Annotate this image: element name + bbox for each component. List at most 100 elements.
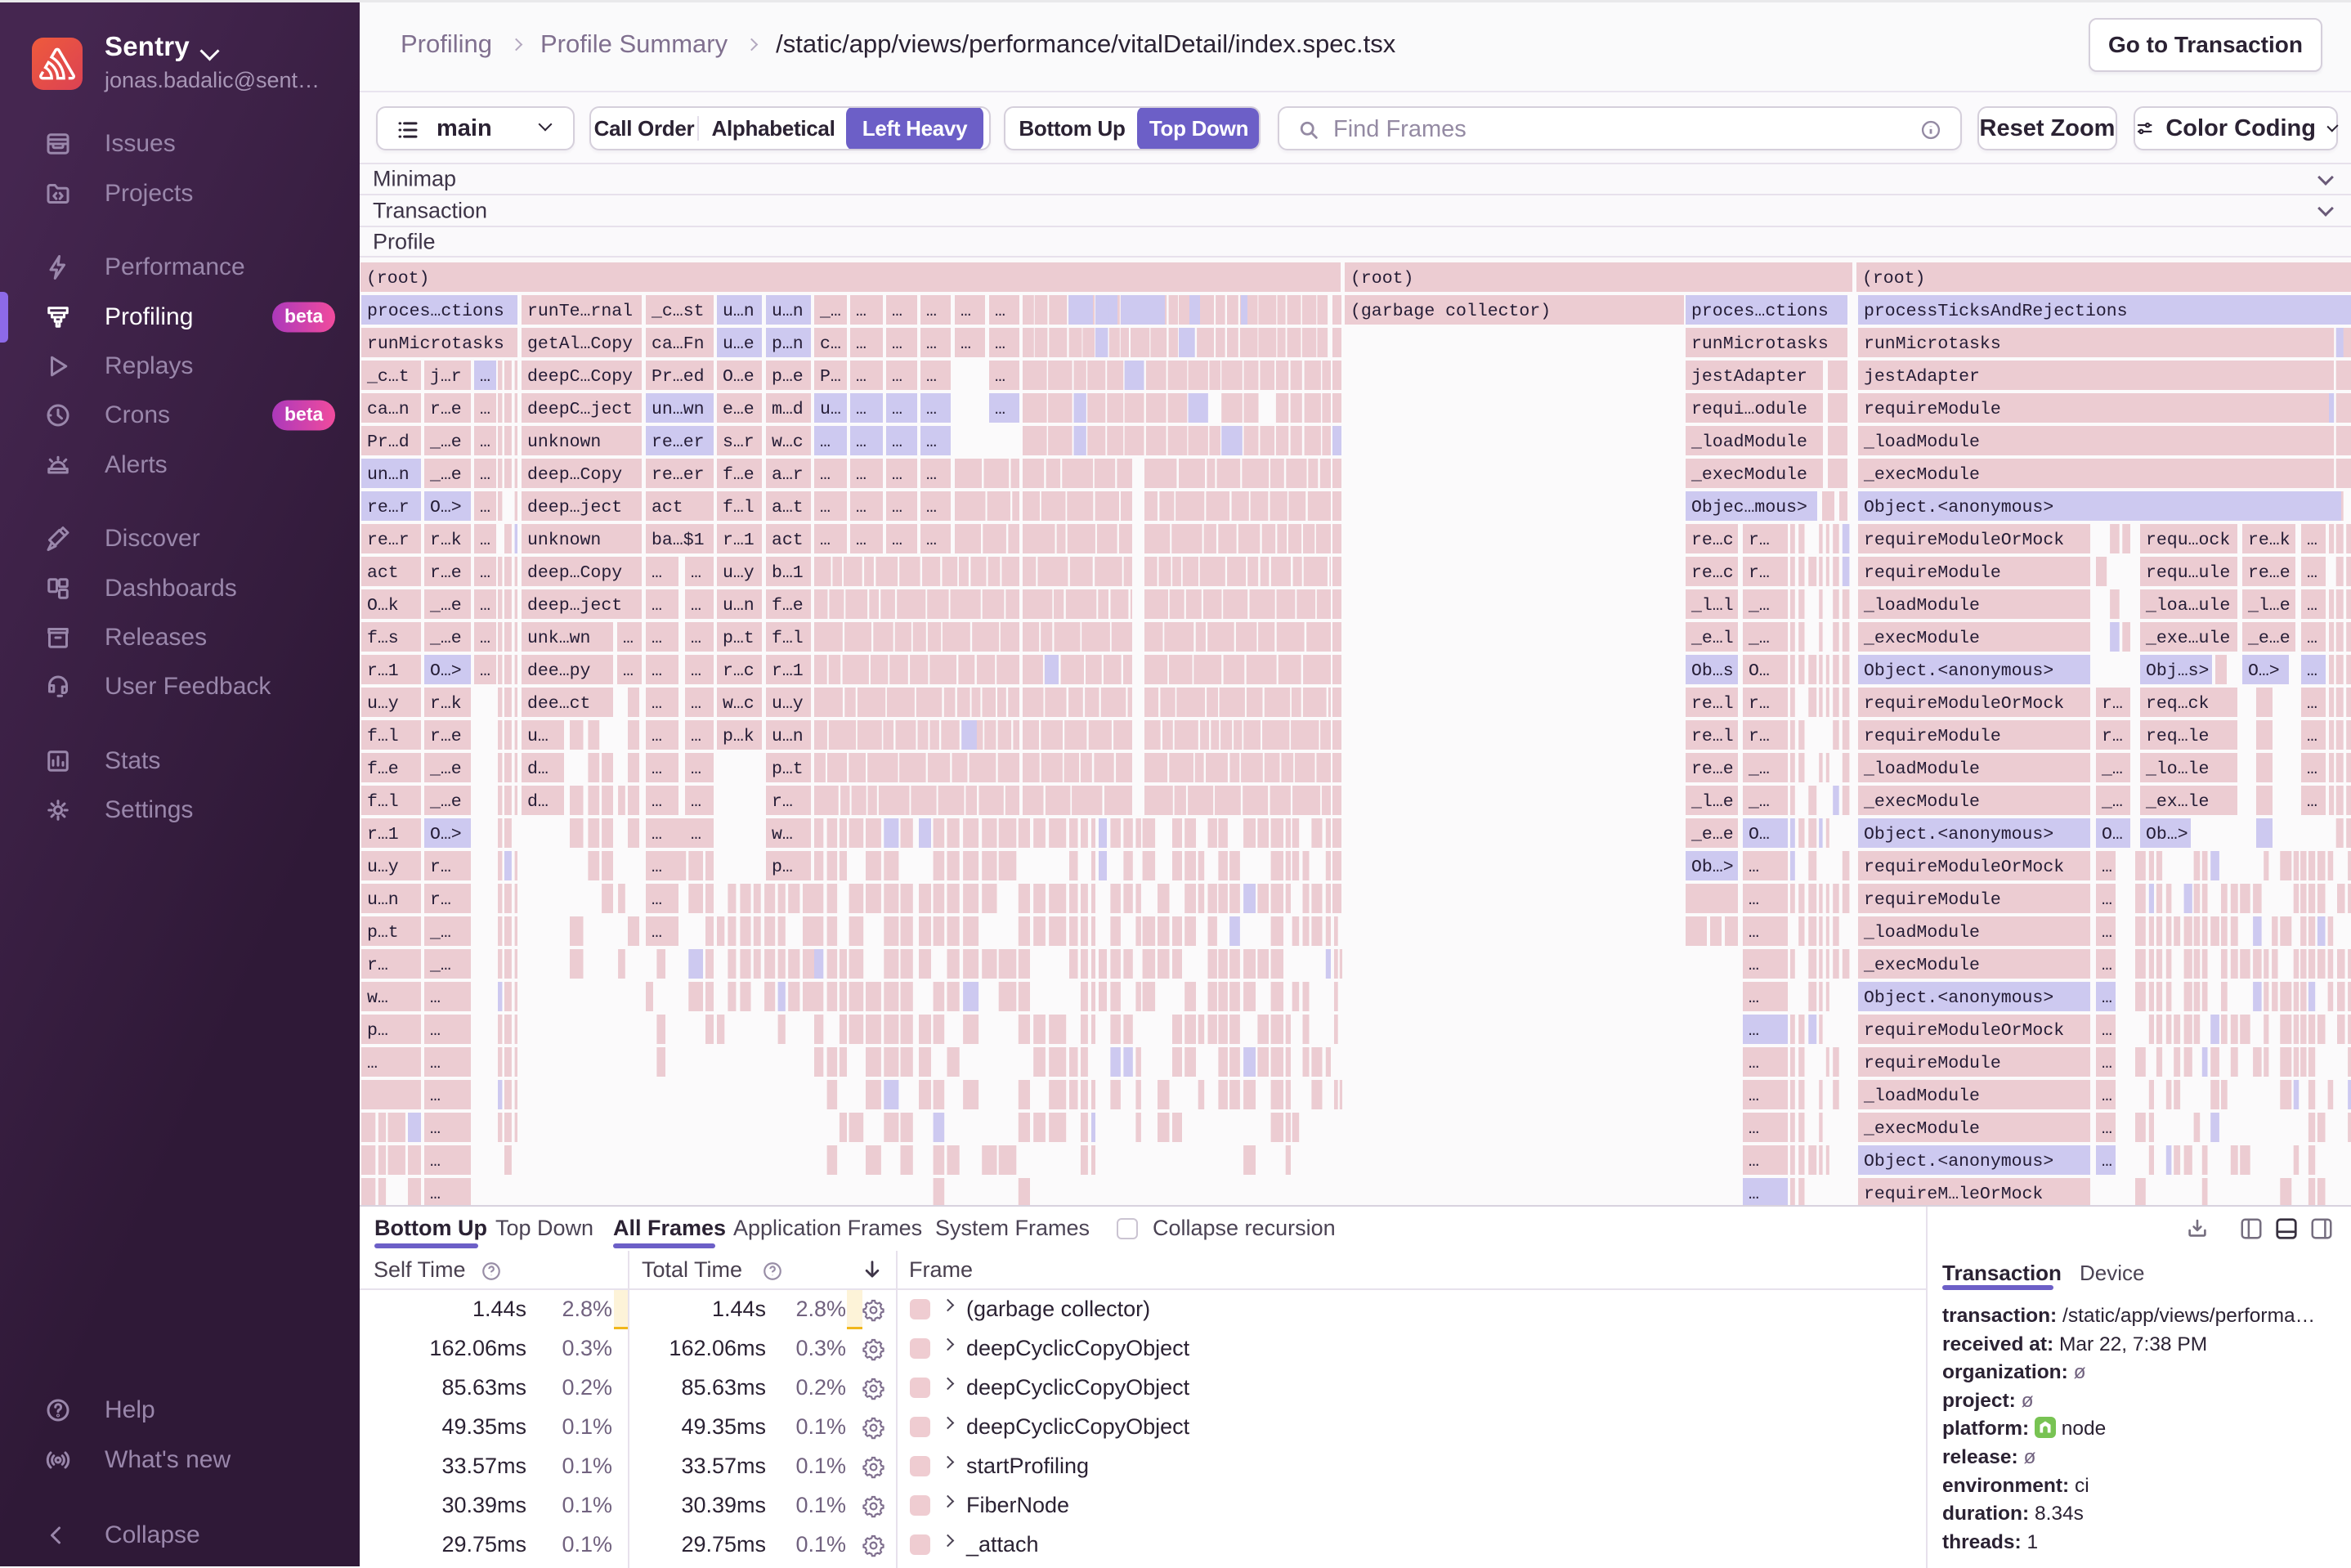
- svg-text:…: …: [2102, 1119, 2112, 1139]
- svg-text:…: …: [480, 498, 490, 517]
- svg-text:jestAdapter: jestAdapter: [1864, 367, 1980, 387]
- svg-text:…: …: [1749, 1152, 1759, 1172]
- svg-text:proces…ctions: proces…ctions: [367, 302, 504, 321]
- svg-text:_…: _…: [429, 923, 451, 943]
- svg-text:…: …: [926, 498, 937, 517]
- svg-text:…: …: [1749, 988, 1759, 1008]
- svg-text:…: …: [1749, 956, 1759, 975]
- svg-text:…: …: [652, 759, 662, 779]
- svg-text:O…k: O…k: [367, 596, 399, 616]
- svg-text:…: …: [1749, 858, 1759, 877]
- svg-text:_l…l: _l…l: [1690, 596, 1734, 616]
- svg-text:…: …: [691, 792, 701, 812]
- svg-text:unknown: unknown: [527, 432, 601, 452]
- svg-text:r…c: r…c: [723, 661, 755, 681]
- svg-text:…: …: [856, 334, 867, 354]
- svg-text:f…e: f…e: [367, 759, 399, 779]
- svg-text:…: …: [926, 432, 937, 452]
- svg-text:…: …: [2307, 531, 2317, 550]
- svg-text:f…l: f…l: [723, 498, 755, 517]
- svg-text:a…r: a…r: [772, 465, 804, 485]
- svg-text:…: …: [2102, 890, 2112, 910]
- svg-text:r…e: r…e: [430, 727, 462, 746]
- svg-text:_l…e: _l…e: [2247, 596, 2291, 616]
- svg-text:…: …: [1749, 923, 1759, 943]
- svg-text:…: …: [892, 400, 902, 419]
- svg-text:runMicrotasks: runMicrotasks: [1691, 334, 1829, 354]
- svg-text:Object.<anonymous>: Object.<anonymous>: [1864, 825, 2053, 844]
- svg-text:…: …: [2102, 858, 2112, 877]
- svg-text:…: …: [691, 825, 701, 844]
- svg-text:…: …: [995, 302, 1005, 321]
- svg-text:P…: P…: [820, 367, 841, 387]
- svg-text:w…: w…: [367, 988, 388, 1008]
- svg-text:getAl…Copy: getAl…Copy: [527, 334, 633, 354]
- svg-text:Obj…s>: Obj…s>: [2146, 661, 2209, 681]
- svg-text:Object.<anonymous>: Object.<anonymous>: [1864, 1152, 2053, 1172]
- svg-text:…: …: [856, 432, 867, 452]
- svg-text:…: …: [820, 531, 831, 550]
- svg-text:…: …: [691, 727, 701, 746]
- svg-text:re…e: re…e: [2248, 563, 2291, 583]
- svg-text:…: …: [2307, 727, 2317, 746]
- svg-text:u…n: u…n: [367, 890, 399, 910]
- svg-text:re…er: re…er: [652, 432, 705, 452]
- svg-text:requireModuleOrMock: requireModuleOrMock: [1864, 858, 2064, 877]
- svg-text:m…d: m…d: [772, 400, 804, 419]
- svg-text:…: …: [892, 367, 902, 387]
- svg-text:…: …: [652, 890, 662, 910]
- svg-text:O…>: O…>: [2248, 661, 2280, 681]
- svg-text:_…e: _…e: [429, 596, 462, 616]
- svg-text:r…: r…: [1749, 531, 1770, 550]
- svg-text:O…>: O…>: [430, 825, 462, 844]
- svg-text:Ob…s: Ob…s: [1691, 661, 1734, 681]
- svg-text:c…: c…: [820, 334, 841, 354]
- svg-text:…: …: [2307, 563, 2317, 583]
- svg-text:…: …: [926, 400, 937, 419]
- svg-text:…: …: [856, 367, 867, 387]
- svg-text:re…c: re…c: [1691, 531, 1734, 550]
- svg-text:…: …: [652, 858, 662, 877]
- svg-text:…: …: [480, 629, 490, 648]
- svg-text:_…e: _…e: [429, 792, 462, 812]
- svg-text:u…n: u…n: [772, 727, 804, 746]
- svg-text:re…c: re…c: [1691, 563, 1734, 583]
- svg-text:O…: O…: [1749, 825, 1770, 844]
- svg-text:_loadModule: _loadModule: [1863, 432, 1980, 452]
- svg-text:re…r: re…r: [367, 498, 410, 517]
- svg-text:…: …: [995, 400, 1005, 419]
- svg-text:f…e: f…e: [772, 596, 804, 616]
- svg-text:_loadModule: _loadModule: [1690, 432, 1807, 452]
- svg-text:d…: d…: [527, 792, 549, 812]
- svg-text:requireModuleOrMock: requireModuleOrMock: [1864, 694, 2064, 714]
- svg-text:_…: _…: [1748, 759, 1770, 779]
- svg-text:(root): (root): [366, 269, 429, 289]
- svg-text:e…e: e…e: [723, 400, 755, 419]
- svg-text:u…y: u…y: [772, 694, 804, 714]
- svg-text:…: …: [623, 629, 634, 648]
- svg-text:f…l: f…l: [367, 727, 399, 746]
- svg-text:O…>: O…>: [430, 498, 462, 517]
- svg-text:_…e: _…e: [429, 432, 462, 452]
- svg-text:r…: r…: [772, 792, 793, 812]
- svg-text:…: …: [2307, 661, 2317, 681]
- svg-text:…: …: [430, 1119, 441, 1139]
- svg-text:r…: r…: [367, 956, 388, 975]
- svg-text:…: …: [892, 498, 902, 517]
- svg-text:…: …: [820, 432, 831, 452]
- svg-text:r…: r…: [2102, 694, 2123, 714]
- svg-text:r…1: r…1: [723, 531, 755, 550]
- svg-text:un…n: un…n: [367, 465, 410, 485]
- svg-text:…: …: [892, 465, 902, 485]
- svg-text:deep…Copy: deep…Copy: [527, 465, 622, 485]
- svg-text:O…>: O…>: [430, 661, 462, 681]
- svg-text:_c…st: _c…st: [651, 302, 705, 321]
- svg-text:Object.<anonymous>: Object.<anonymous>: [1864, 498, 2053, 517]
- svg-text:b…1: b…1: [772, 563, 804, 583]
- svg-text:ba…$1: ba…$1: [652, 531, 705, 550]
- svg-text:_c…t: _c…t: [366, 367, 410, 387]
- svg-text:r…: r…: [1749, 563, 1770, 583]
- svg-text:…: …: [995, 334, 1005, 354]
- svg-text:deepC…ject: deepC…ject: [527, 400, 633, 419]
- svg-text:re…l: re…l: [1691, 694, 1734, 714]
